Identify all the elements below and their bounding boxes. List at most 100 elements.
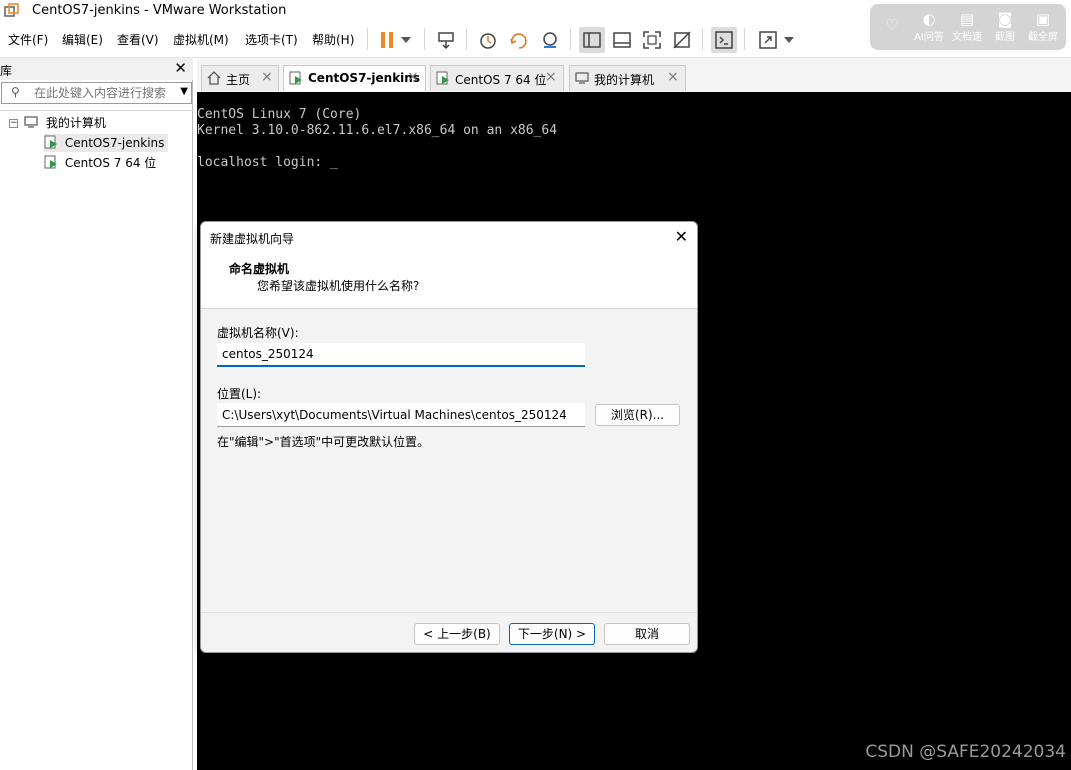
full-screen-icon xyxy=(643,31,661,49)
document-icon: ▤ xyxy=(959,10,975,28)
next-button[interactable]: 下一步(N) > xyxy=(509,623,595,645)
tree-item-label: CentOS7-jenkins xyxy=(64,136,165,150)
stretch-guest-button[interactable] xyxy=(755,27,781,53)
dialog-header: 命名虚拟机 您希望该虚拟机使用什么名称? xyxy=(201,252,697,309)
snapshot-manager-icon xyxy=(543,32,557,48)
menu-file[interactable]: 文件(F) xyxy=(8,31,48,48)
home-icon xyxy=(207,71,221,85)
close-tab-icon[interactable]: × xyxy=(667,69,679,85)
tab-label: CentOS 7 64 位 xyxy=(455,73,547,87)
full-screenshot-button[interactable]: ▣ 截全屏 xyxy=(1023,10,1063,43)
tab-label: 主页 xyxy=(226,73,251,87)
tab-centos7-jenkins[interactable]: CentOS7-jenkins × xyxy=(283,65,426,91)
toolbar-divider xyxy=(466,28,467,50)
computer-icon xyxy=(24,116,38,128)
close-icon[interactable]: ✕ xyxy=(675,227,688,246)
snapshot-icon xyxy=(480,33,496,49)
chevron-down-icon xyxy=(784,37,794,43)
window-title: CentOS7-jenkins - VMware Workstation xyxy=(32,3,287,18)
vm-name-label: 虚拟机名称(V): xyxy=(217,326,299,340)
thumbnail-bar-button[interactable] xyxy=(609,27,635,53)
menu-view[interactable]: 查看(V) xyxy=(117,31,159,48)
chevron-down-icon[interactable]: ▼ xyxy=(180,86,188,97)
vm-running-icon xyxy=(436,71,449,85)
snapshot-manager-button[interactable] xyxy=(537,27,563,53)
dialog-title-bar: 新建虚拟机向导 ✕ xyxy=(201,222,697,252)
dialog-title: 新建虚拟机向导 xyxy=(210,232,295,246)
library-title: 库 xyxy=(0,64,13,78)
toolbar-divider xyxy=(702,28,703,50)
location-input[interactable] xyxy=(217,403,585,427)
vm-running-icon xyxy=(44,135,57,149)
console-line: localhost login: _ xyxy=(197,155,338,170)
snapshot-button[interactable] xyxy=(475,27,501,53)
revert-snapshot-icon xyxy=(510,33,527,49)
library-search: ⚲ ▼ xyxy=(1,82,192,104)
power-dropdown-button[interactable] xyxy=(397,27,415,53)
browse-button[interactable]: 浏览(R)... xyxy=(595,404,680,426)
terminal-icon xyxy=(715,31,733,49)
ai-icon: ◐ xyxy=(922,10,936,28)
vm-running-icon xyxy=(44,155,57,169)
send-keys-icon xyxy=(438,32,454,50)
dialog-heading: 命名虚拟机 xyxy=(229,262,290,276)
full-screen-button[interactable] xyxy=(639,27,665,53)
vmware-workstation-window: CentOS7-jenkins - VMware Workstation 文件(… xyxy=(0,0,1071,770)
console-line: CentOS Linux 7 (Core) xyxy=(197,107,362,122)
cancel-button[interactable]: 取消 xyxy=(604,623,690,645)
close-tab-icon[interactable]: × xyxy=(407,69,419,85)
toolbar-divider xyxy=(744,28,745,50)
pause-icon xyxy=(381,32,393,48)
menu-vm[interactable]: 虚拟机(M) xyxy=(173,31,229,48)
camera-icon: ◙ xyxy=(997,10,1013,28)
close-library-icon[interactable]: ✕ xyxy=(174,59,187,77)
screenshot-button[interactable]: ◙ 截图 xyxy=(985,10,1025,43)
tree-item-label: CentOS 7 64 位 xyxy=(64,156,157,170)
stretch-dropdown-button[interactable] xyxy=(780,27,798,53)
tree-item-vm[interactable]: CentOS7-jenkins xyxy=(44,134,169,152)
ai-qa-button[interactable]: ◐ AI问答 xyxy=(909,10,949,43)
library-search-input[interactable] xyxy=(34,85,172,101)
full-screenshot-label: 截全屏 xyxy=(1028,32,1058,43)
close-tab-icon[interactable]: × xyxy=(261,69,273,85)
library-panel: 库 ✕ ⚲ ▼ − 我的计算机 CentOS7-jenkins CentOS 7… xyxy=(0,58,193,770)
toolbar-divider xyxy=(367,28,368,50)
ai-qa-label: AI问答 xyxy=(914,32,944,43)
tab-my-computer[interactable]: 我的计算机 × xyxy=(569,65,686,91)
vmware-logo-icon xyxy=(4,3,19,17)
send-ctrl-alt-del-button[interactable] xyxy=(433,27,459,53)
collapse-tree-icon[interactable]: − xyxy=(9,119,18,128)
menu-edit[interactable]: 编辑(E) xyxy=(62,31,103,48)
search-icon: ⚲ xyxy=(11,85,20,99)
menu-help[interactable]: 帮助(H) xyxy=(312,31,354,48)
tab-centos7-64[interactable]: CentOS 7 64 位 × xyxy=(430,65,564,91)
location-label: 位置(L): xyxy=(217,387,262,401)
monitor-icon: ▣ xyxy=(1035,10,1051,28)
tab-bar: 主页 × CentOS7-jenkins × CentOS 7 64 位 × 我… xyxy=(197,58,1071,92)
doc-speed-button[interactable]: ▤ 文档速 xyxy=(947,10,987,43)
tab-label: CentOS7-jenkins xyxy=(308,71,420,85)
menu-tabs[interactable]: 选项卡(T) xyxy=(245,31,298,48)
screenshot-label: 截图 xyxy=(995,32,1015,43)
toolbar-divider xyxy=(424,28,425,50)
divider xyxy=(201,612,697,613)
tab-home[interactable]: 主页 × xyxy=(201,65,279,91)
tree-item-my-computer[interactable]: 我的计算机 xyxy=(24,114,106,132)
close-tab-icon[interactable]: × xyxy=(545,69,557,85)
tab-label: 我的计算机 xyxy=(594,73,655,87)
toolbar-divider xyxy=(570,28,571,50)
show-library-button[interactable] xyxy=(579,27,605,53)
chevron-down-icon xyxy=(401,37,411,43)
library-view-icon xyxy=(583,32,601,48)
console-view-button[interactable] xyxy=(711,27,737,53)
screenshot-tool-overlay: ♡ ◐ AI问答 ▤ 文档速 ◙ 截图 ▣ 截全屏 xyxy=(870,4,1066,50)
tree-item-label: 我的计算机 xyxy=(45,116,106,130)
shield-icon[interactable]: ♡ xyxy=(872,16,912,34)
revert-snapshot-button[interactable] xyxy=(506,27,532,53)
new-vm-wizard-dialog: 新建虚拟机向导 ✕ 命名虚拟机 您希望该虚拟机使用什么名称? 虚拟机名称(V):… xyxy=(200,221,698,653)
back-button[interactable]: < 上一步(B) xyxy=(414,623,500,645)
tree-item-vm[interactable]: CentOS 7 64 位 xyxy=(44,154,156,172)
thumbnail-view-icon xyxy=(613,32,631,48)
unity-button[interactable] xyxy=(669,27,695,53)
vm-name-input[interactable] xyxy=(217,343,585,367)
